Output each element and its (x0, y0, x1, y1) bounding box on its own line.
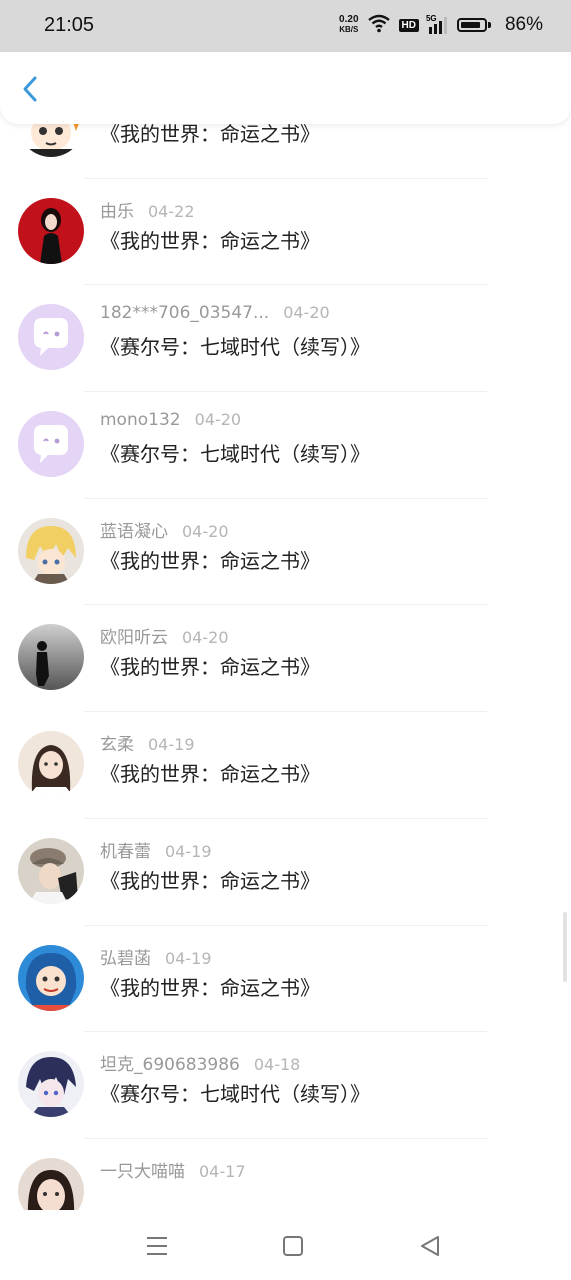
user-meta: 由乐 04-22 (100, 197, 195, 222)
user-name: 坦克_690683986 (100, 1055, 240, 1076)
network-speed-unit: KB/S (339, 25, 359, 34)
book-title[interactable]: 《赛尔号：七域时代（续写）》 (100, 438, 370, 467)
avatar[interactable] (18, 197, 84, 264)
user-name: 由乐 (100, 201, 134, 222)
book-title[interactable]: 《我的世界：命运之书》 (100, 545, 320, 574)
network-speed: 0.20 KB/S (339, 15, 358, 35)
user-meta: 欧阳听云 04-20 (100, 623, 229, 648)
user-name: 欧阳听云 (100, 628, 168, 649)
book-title[interactable]: 《我的世界：命运之书》 (100, 651, 320, 680)
menu-icon (147, 1237, 167, 1255)
user-name: 弘碧菡 (100, 948, 151, 969)
list-item[interactable]: 一只大喵喵 04-17 (0, 1139, 571, 1210)
user-name: 182***706_03547... (100, 303, 270, 324)
comment-date: 04-19 (165, 841, 212, 861)
nav-back-button[interactable] (416, 1232, 444, 1260)
battery-icon (456, 18, 491, 32)
book-title[interactable]: 《赛尔号：七域时代（续写）》 (100, 331, 370, 360)
avatar[interactable] (18, 1157, 84, 1210)
comment-date: 04-20 (283, 303, 330, 323)
user-meta: 玄柔 04-19 (100, 730, 195, 755)
app-bar (0, 52, 571, 124)
comment-date: 04-17 (199, 1161, 246, 1181)
signal-icon: 5G (425, 14, 449, 34)
network-type-label: 5G (425, 14, 437, 23)
book-title[interactable]: 《我的世界：命运之书》 (100, 124, 320, 147)
chevron-left-icon (23, 76, 37, 102)
user-name: 蓝语凝心 (100, 521, 168, 542)
user-meta: 机春蕾 04-19 (100, 837, 212, 862)
list-item[interactable]: 欧阳听云 04-20 《我的世界：命运之书》 (0, 605, 571, 713)
status-icons: 0.20 KB/S HD 5G 86% (339, 13, 543, 37)
battery-percentage: 86% (504, 14, 543, 35)
user-name: 一只大喵喵 (100, 1161, 185, 1182)
list-item[interactable]: mono132 04-20 《赛尔号：七域时代（续写）》 (0, 392, 571, 499)
comment-date: 04-18 (253, 1055, 301, 1075)
comment-date: 04-19 (165, 948, 212, 968)
book-title[interactable]: 《我的世界：命运之书》 (100, 225, 320, 254)
status-bar: 21:05 0.20 KB/S HD 5G 86% (0, 0, 571, 52)
comment-date: 04-20 (194, 410, 242, 430)
user-name: mono132 (100, 410, 181, 431)
back-triangle-icon (421, 1236, 439, 1256)
comment-date: 04-20 (182, 521, 229, 541)
avatar[interactable] (18, 1051, 84, 1118)
book-title[interactable]: 《我的世界：命运之书》 (100, 758, 320, 787)
user-meta: 坦克_690683986 04-18 (100, 1050, 300, 1075)
user-meta: 182***706_03547... 04-20 (100, 303, 330, 323)
user-meta: 蓝语凝心 04-20 (100, 517, 229, 542)
scrollbar[interactable] (563, 912, 567, 982)
avatar[interactable] (18, 124, 84, 157)
list-item[interactable]: 182***706_03547... 04-20 《赛尔号：七域时代（续写）》 (0, 285, 571, 393)
list-item[interactable]: 坦克_690683986 04-18 《赛尔号：七域时代（续写）》 (0, 1032, 571, 1139)
avatar[interactable] (18, 837, 84, 904)
list-item[interactable]: 由乐 04-22 《我的世界：命运之书》 (0, 179, 571, 286)
home-square-icon (283, 1236, 303, 1256)
user-meta: mono132 04-20 (100, 410, 241, 430)
list-item[interactable]: 蓝语凝心 04-20 《我的世界：命运之书》 (0, 499, 571, 606)
hd-badge: HD (398, 18, 419, 32)
status-time: 21:05 (44, 14, 95, 36)
list-item[interactable]: 烟飞烟04-22《我的世界：命运之书》 (0, 124, 571, 179)
user-meta: 弘碧菡 04-19 (100, 944, 212, 969)
list-item[interactable]: 机春蕾 04-19 《我的世界：命运之书》 (0, 819, 571, 926)
avatar[interactable] (18, 411, 84, 478)
avatar[interactable] (18, 731, 84, 798)
back-button[interactable] (14, 72, 48, 106)
system-nav-bar (0, 1210, 571, 1280)
reader-list[interactable]: 烟飞烟04-22《我的世界：命运之书》由乐 04-22 《我的世界：命运之书》 182… (0, 124, 571, 1210)
list-item[interactable]: 弘碧菡 04-19 《我的世界：命运之书》 (0, 926, 571, 1033)
user-meta: 一只大喵喵 04-17 (100, 1157, 246, 1182)
menu-button[interactable] (143, 1232, 171, 1260)
user-name: 玄柔 (100, 735, 134, 756)
avatar[interactable] (18, 944, 84, 1011)
comment-date: 04-22 (148, 201, 195, 221)
avatar[interactable] (18, 304, 84, 371)
comment-date: 04-20 (182, 628, 229, 648)
wifi-icon (367, 13, 391, 37)
book-title[interactable]: 《我的世界：命运之书》 (100, 865, 320, 894)
comment-date: 04-19 (148, 735, 195, 755)
list-item[interactable]: 玄柔 04-19 《我的世界：命运之书》 (0, 712, 571, 819)
book-title[interactable]: 《我的世界：命运之书》 (100, 972, 320, 1001)
network-speed-value: 0.20 (339, 14, 359, 25)
user-name: 机春蕾 (100, 841, 151, 862)
home-button[interactable] (279, 1232, 307, 1260)
book-title[interactable]: 《赛尔号：七域时代（续写）》 (100, 1078, 370, 1107)
avatar[interactable] (18, 624, 84, 691)
avatar[interactable] (18, 517, 84, 584)
